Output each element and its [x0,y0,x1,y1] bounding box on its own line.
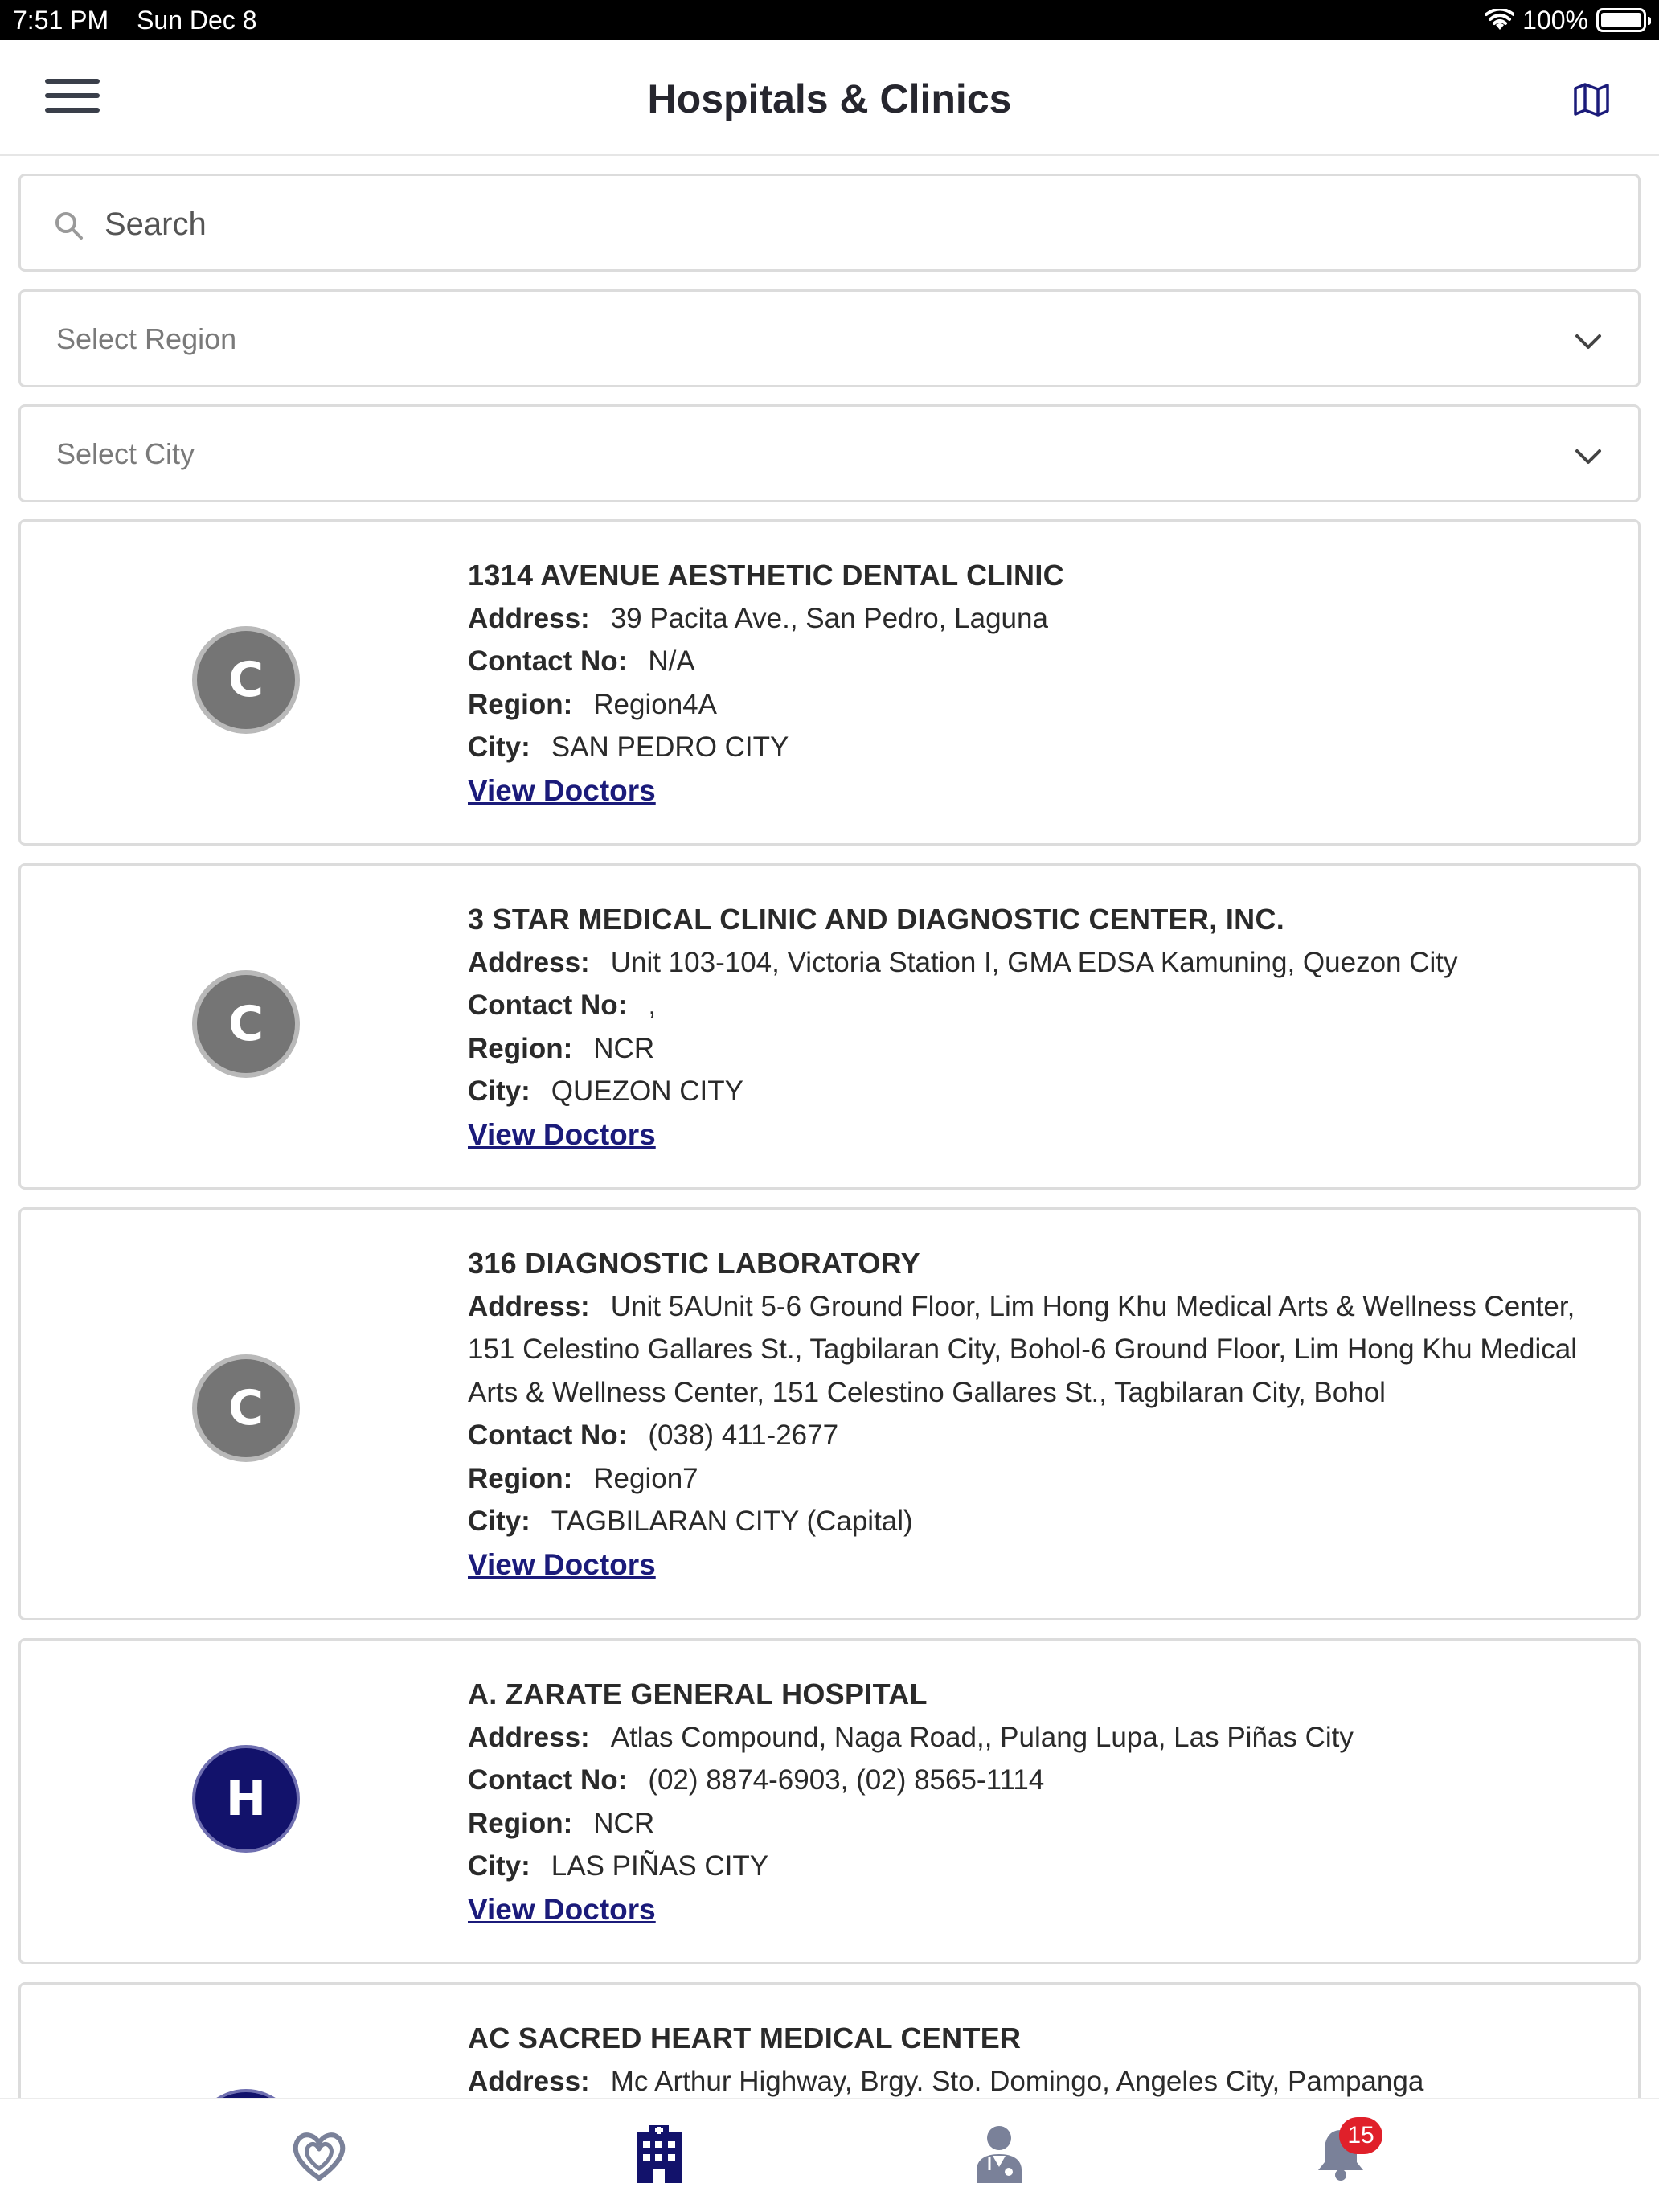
facility-address: Unit 103-104, Victoria Station I, GMA ED… [610,946,1458,978]
search-input[interactable] [104,195,1616,253]
search-box [18,174,1641,272]
facility-info: 316 DIAGNOSTIC LABORATORY Address: Unit 5… [468,1242,1617,1587]
status-left: 7:51 PM Sun Dec 8 [13,6,277,35]
facility-region: NCR [593,1032,655,1064]
facility-name: 316 DIAGNOSTIC LABORATORY [468,1247,920,1280]
facility-avatar: C [192,970,300,1078]
facility-info: 3 STAR MEDICAL CLINIC AND DIAGNOSTIC CEN… [468,898,1617,1157]
facility-contact-row: Contact No:, [468,989,657,1021]
facility-info: A. ZARATE GENERAL HOSPITAL Address: Atlas… [468,1673,1617,1931]
heart-logo-icon[interactable] [287,2122,351,2186]
facility-address: Atlas Compound, Naga Road,, Pulang Lupa,… [610,1721,1354,1753]
region-select[interactable]: Select Region [18,289,1641,387]
facility-contact-row: Contact No: (038) 411-2677 [468,1419,839,1451]
facility-city-row: City: SAN PEDRO CITY [468,731,789,763]
facility-info: AC SACRED HEART MEDICAL CENTER Address: M… [468,2017,1617,2098]
facility-city: LAS PIÑAS CITY [551,1850,769,1882]
facility-address: 39 Pacita Ave., San Pedro, Laguna [610,602,1048,634]
facility-avatar: H [192,1745,300,1853]
facility-contact-row: Contact No: N/A [468,645,695,677]
facility-avatar: C [192,1354,300,1462]
facility-address-row: Address: Mc Arthur Highway, Brgy. Sto. Do… [468,2065,1424,2097]
view-doctors-link[interactable]: View Doctors [468,1893,656,1926]
facility-contact: , [648,989,657,1021]
page-title: Hospitals & Clinics [647,76,1012,121]
facility-city-row: City: TAGBILARAN CITY (Capital) [468,1505,913,1537]
notification-badge: 15 [1339,2117,1382,2154]
city-select[interactable]: Select City [18,404,1641,502]
facility-name: 3 STAR MEDICAL CLINIC AND DIAGNOSTIC CEN… [468,903,1285,936]
battery-percent: 100% [1522,5,1588,35]
facility-contact: N/A [648,645,695,677]
city-select-placeholder: Select City [56,437,195,470]
search-icon [55,212,83,240]
facility-region-row: Region: NCR [468,1807,655,1839]
battery-icon [1596,8,1651,32]
view-doctors-link[interactable]: View Doctors [468,774,656,807]
view-doctors-link[interactable]: View Doctors [468,1548,656,1581]
facility-region: Region4A [593,688,717,720]
facility-card: C 1314 AVENUE AESTHETIC DENTAL CLINIC Ad… [18,519,1641,846]
facility-city: TAGBILARAN CITY (Capital) [551,1505,913,1537]
facility-city-row: City: QUEZON CITY [468,1075,743,1107]
facility-region-row: Region: Region4A [468,688,717,720]
status-date: Sun Dec 8 [137,5,257,35]
facility-avatar: H [192,2089,300,2098]
wifi-icon [1485,9,1515,30]
facility-name: A. ZARATE GENERAL HOSPITAL [468,1677,928,1710]
facility-address: Unit 5AUnit 5-6 Ground Floor, Lim Hong K… [468,1290,1577,1408]
doctor-icon[interactable] [967,2122,1031,2186]
view-doctors-link[interactable]: View Doctors [468,1118,656,1151]
facility-address-row: Address: 39 Pacita Ave., San Pedro, Lagun… [468,602,1048,634]
facility-name: AC SACRED HEART MEDICAL CENTER [468,2022,1022,2054]
chevron-down-icon [1575,334,1601,349]
status-right: 100% [1485,5,1651,35]
facility-card: H AC SACRED HEART MEDICAL CENTER Address… [18,1982,1641,2098]
facility-contact: (038) 411-2677 [648,1419,839,1451]
facility-contact-row: Contact No: (02) 8874-6903, (02) 8565-111… [468,1764,1045,1796]
facility-address-row: Address: Unit 5AUnit 5-6 Ground Floor, Li… [468,1290,1577,1408]
facility-avatar: C [192,626,300,734]
facility-list: C 1314 AVENUE AESTHETIC DENTAL CLINIC Ad… [18,519,1641,2098]
region-select-placeholder: Select Region [56,322,237,355]
bottom-nav: 15 [0,2098,1659,2212]
map-icon[interactable] [1572,82,1611,117]
facility-region-row: Region: Region7 [468,1462,698,1494]
facility-contact: (02) 8874-6903, (02) 8565-1114 [648,1764,1045,1796]
facility-address-row: Address: Unit 103-104, Victoria Station I… [468,946,1458,978]
app-header: Hospitals & Clinics [0,40,1659,156]
facility-city: SAN PEDRO CITY [551,731,789,763]
facility-address-row: Address: Atlas Compound, Naga Road,, Pula… [468,1721,1354,1753]
facility-region-row: Region: NCR [468,1032,655,1064]
facility-region: NCR [593,1807,655,1839]
facility-card: C 316 DIAGNOSTIC LABORATORY Address: Unit… [18,1207,1641,1620]
facility-city: QUEZON CITY [551,1075,743,1107]
status-bar: 7:51 PM Sun Dec 8 100% [0,0,1659,40]
facility-region: Region7 [593,1462,698,1494]
status-time: 7:51 PM [13,5,109,35]
chevron-down-icon [1575,449,1601,464]
facility-city-row: City: LAS PIÑAS CITY [468,1850,769,1882]
facility-name: 1314 AVENUE AESTHETIC DENTAL CLINIC [468,559,1064,592]
notifications-button[interactable]: 15 [1309,2117,1382,2186]
facility-card: H A. ZARATE GENERAL HOSPITAL Address: Atl… [18,1638,1641,1964]
facility-address: Mc Arthur Highway, Brgy. Sto. Domingo, A… [610,2065,1424,2097]
facility-info: 1314 AVENUE AESTHETIC DENTAL CLINIC Addr… [468,554,1617,813]
facility-card: C 3 STAR MEDICAL CLINIC AND DIAGNOSTIC C… [18,863,1641,1190]
hospital-building-icon[interactable] [627,2122,691,2186]
